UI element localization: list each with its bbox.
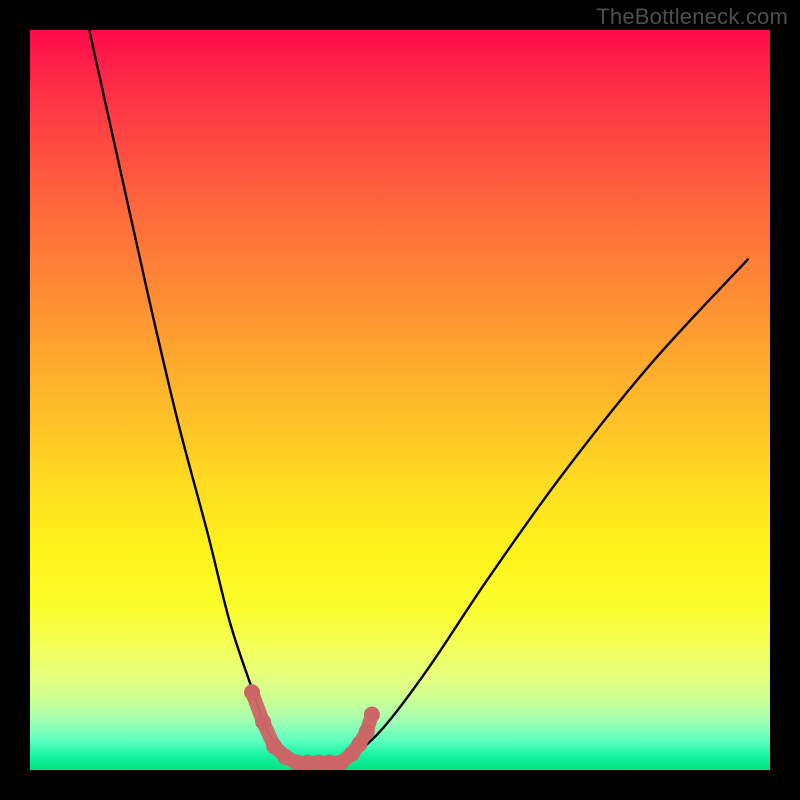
bottleneck-marker-dots (244, 684, 380, 770)
plot-area (30, 30, 770, 770)
marker-dot (359, 724, 375, 740)
marker-dot (364, 707, 380, 723)
bottleneck-curve (89, 30, 748, 763)
watermark-text: TheBottleneck.com (596, 4, 788, 30)
marker-dot (244, 684, 260, 700)
marker-dot (255, 714, 271, 730)
chart-svg (30, 30, 770, 770)
chart-frame: TheBottleneck.com (0, 0, 800, 800)
